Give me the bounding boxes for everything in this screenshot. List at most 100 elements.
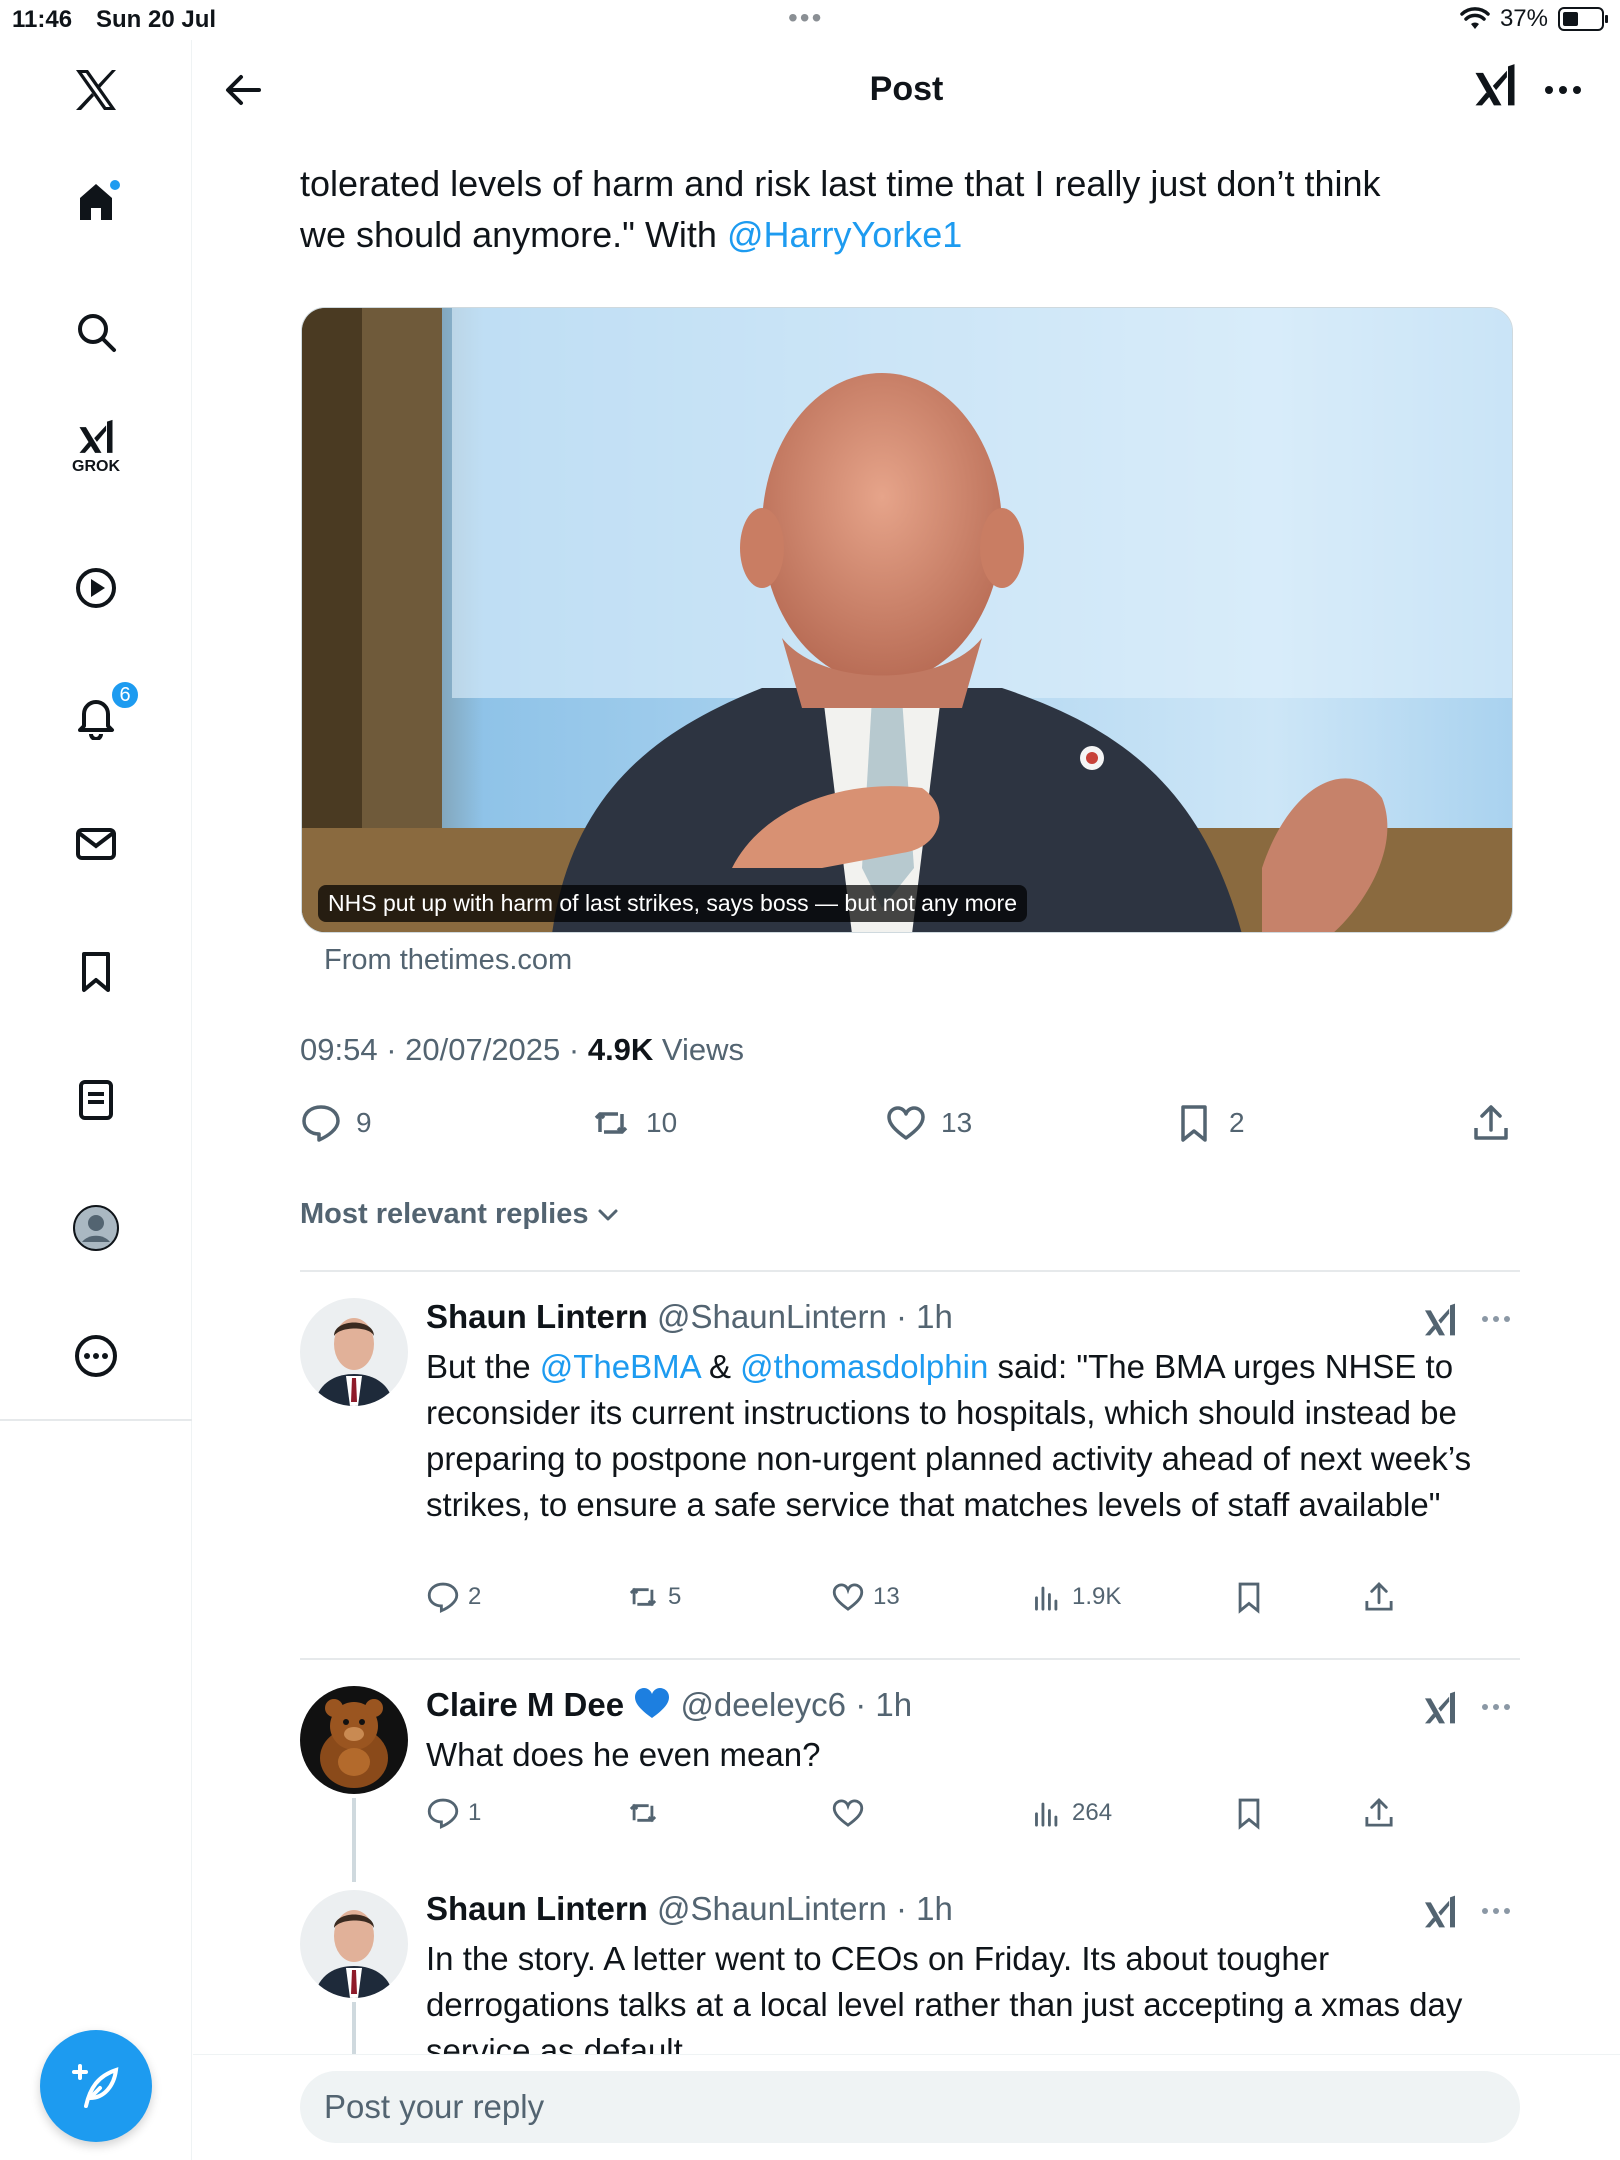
tweet-text-line: tolerated levels of harm and risk last t… [300, 163, 1381, 204]
avatar[interactable] [300, 1298, 408, 1406]
reply-author-handle[interactable]: @deeleyc6 · 1h [680, 1686, 912, 1723]
page-title: Post [869, 70, 944, 108]
views-label: Views [653, 1032, 745, 1067]
bookmarks-icon[interactable] [66, 942, 126, 1002]
card-caption: NHS put up with harm of last strikes, sa… [318, 885, 1028, 922]
thread-line [352, 2002, 356, 2054]
like-button[interactable]: 13 [831, 1580, 900, 1614]
views-button[interactable]: 264 [1030, 1796, 1112, 1830]
reply-header: Claire M Dee @deeleyc6 · 1h [426, 1686, 912, 1724]
status-right: 37% [1460, 5, 1608, 33]
notifications-badge: 6 [110, 680, 140, 710]
wifi-icon [1460, 7, 1490, 29]
mention-link[interactable]: @thomasdolphin [740, 1348, 988, 1385]
tweet-text-fragment: we should anymore." With [300, 214, 727, 255]
share-button[interactable] [1362, 1580, 1396, 1614]
more-options-icon[interactable] [1478, 1304, 1514, 1334]
bookmark-icon [1238, 1582, 1260, 1614]
video-play-icon[interactable] [66, 558, 126, 618]
x-logo-icon[interactable] [66, 60, 126, 120]
repost-button[interactable] [626, 1796, 660, 1830]
avatar[interactable] [300, 1890, 408, 1998]
heart-icon [832, 1799, 864, 1827]
link-card[interactable]: NHS put up with harm of last strikes, sa… [301, 307, 1513, 933]
reply-author-handle[interactable]: @ShaunLintern · 1h [657, 1890, 953, 1927]
search-icon[interactable] [66, 302, 126, 362]
repost-button[interactable]: 10 [590, 1102, 677, 1144]
profile-avatar-icon[interactable] [66, 1198, 126, 1258]
reply-count: 9 [356, 1107, 372, 1138]
repost-button[interactable]: 5 [626, 1580, 681, 1614]
grok-icon[interactable] [1420, 1690, 1460, 1730]
share-button[interactable] [1362, 1796, 1396, 1830]
bookmark-button[interactable]: 2 [1173, 1102, 1245, 1144]
like-button[interactable] [831, 1796, 865, 1830]
more-options-icon[interactable] [66, 1326, 126, 1386]
repost-icon [594, 1112, 628, 1134]
post-actions: 9 10 13 2 [300, 1102, 1520, 1162]
like-button[interactable]: 13 [885, 1102, 972, 1144]
bookmark-count: 2 [1229, 1107, 1245, 1138]
analytics-bars-icon [1035, 1802, 1058, 1827]
share-icon [1365, 1798, 1393, 1827]
replies-sort-dropdown[interactable]: Most relevant replies [300, 1198, 621, 1231]
reply-composer-bar: Post your reply [193, 2054, 1620, 2160]
notifications-bell-icon[interactable]: 6 [66, 680, 140, 746]
status-time: 11:46 [12, 6, 73, 33]
reply-header: Shaun Lintern @ShaunLintern · 1h [426, 1298, 953, 1336]
multitasking-dots-icon[interactable]: ••• [788, 4, 823, 32]
sidebar: GROK 6 [0, 40, 192, 2160]
messages-envelope-icon[interactable] [66, 814, 126, 874]
page-header: Post [193, 40, 1620, 140]
repost-icon [629, 1587, 657, 1607]
grok-icon[interactable] [1420, 1302, 1460, 1342]
grok-icon[interactable] [1420, 1894, 1460, 1934]
compose-feather-icon [72, 2064, 119, 2108]
grok-icon[interactable]: GROK [66, 418, 126, 478]
views-button[interactable]: 1.9K [1030, 1580, 1121, 1614]
reply-text: What does he even mean? [426, 1736, 821, 1773]
reply-author-name[interactable]: Shaun Lintern [426, 1890, 648, 1927]
reply-author-name[interactable]: Shaun Lintern [426, 1298, 648, 1335]
mention-link[interactable]: @HarryYorke1 [727, 214, 962, 255]
reply-text-fragment: & [699, 1348, 741, 1385]
reply-text: But the @TheBMA & @thomasdolphin said: "… [426, 1344, 1520, 1528]
compose-post-button[interactable] [40, 2030, 152, 2142]
reply-actions: 2 5 13 1.9K [426, 1580, 1426, 1620]
mention-link[interactable]: @TheBMA [540, 1348, 700, 1385]
reply-item[interactable]: Shaun Lintern @ShaunLintern · 1h But the… [300, 1298, 1520, 1614]
repost-count: 10 [646, 1107, 678, 1138]
more-options-icon[interactable] [1478, 1896, 1514, 1926]
like-count: 13 [941, 1107, 973, 1138]
reply-input[interactable]: Post your reply [300, 2071, 1520, 2143]
reply-button[interactable]: 1 [426, 1796, 481, 1830]
reply-bubble-icon [427, 1798, 459, 1829]
grok-icon[interactable] [1469, 62, 1521, 114]
share-button[interactable] [1470, 1102, 1512, 1144]
like-count: 13 [873, 1583, 900, 1610]
reply-count: 2 [468, 1583, 482, 1610]
reply-item[interactable]: Claire M Dee @deeleyc6 · 1h What does he… [300, 1686, 1520, 1882]
repost-icon [629, 1803, 657, 1823]
lists-icon[interactable] [66, 1070, 126, 1130]
more-options-icon[interactable] [1539, 70, 1587, 110]
card-source[interactable]: From thetimes.com [324, 944, 572, 977]
reply-bubble-icon [302, 1105, 340, 1142]
replies-sort-label: Most relevant replies [300, 1198, 589, 1230]
bookmark-button[interactable] [1232, 1580, 1266, 1614]
bookmark-button[interactable] [1232, 1796, 1266, 1830]
reply-actions: 1 264 [426, 1796, 1426, 1836]
bookmark-icon [1181, 1105, 1207, 1142]
chevron-down-icon [598, 1209, 617, 1220]
divider [300, 1658, 1520, 1660]
reply-text: In the story. A letter went to CEOs on F… [426, 1940, 1463, 2054]
reply-button[interactable]: 2 [426, 1580, 481, 1614]
reply-button[interactable]: 9 [300, 1102, 372, 1144]
reply-author-name[interactable]: Claire M Dee [426, 1686, 624, 1723]
more-options-icon[interactable] [1478, 1692, 1514, 1722]
home-icon[interactable] [66, 172, 126, 232]
reply-header: Shaun Lintern @ShaunLintern · 1h [426, 1890, 953, 1928]
avatar[interactable] [300, 1686, 408, 1794]
reply-item[interactable]: Shaun Lintern @ShaunLintern · 1h In the … [300, 1890, 1520, 2054]
reply-author-handle[interactable]: @ShaunLintern · 1h [657, 1298, 953, 1335]
